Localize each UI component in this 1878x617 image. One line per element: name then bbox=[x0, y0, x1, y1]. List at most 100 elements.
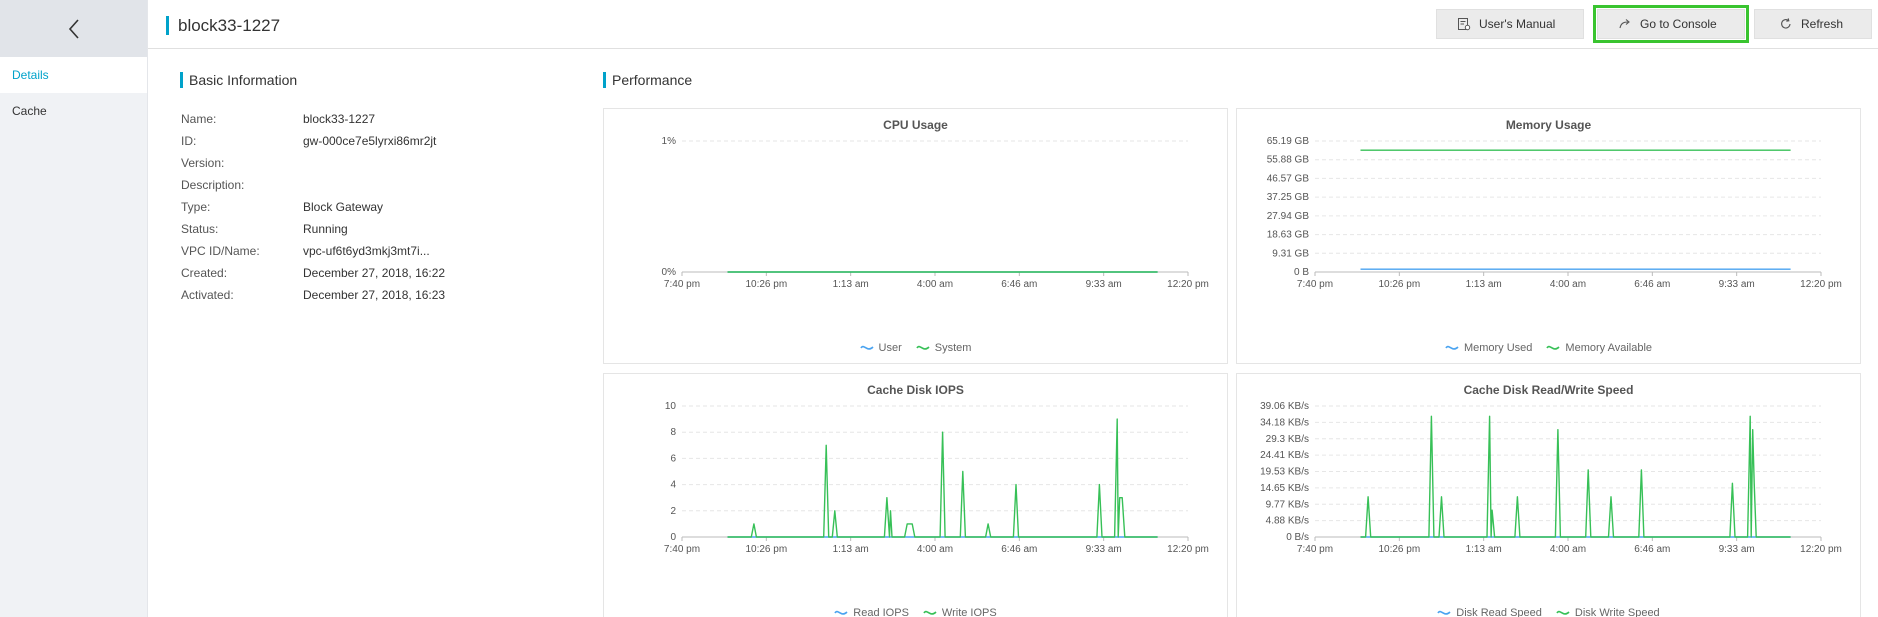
chart-legend: Memory Used Memory Available bbox=[1237, 342, 1860, 354]
chart-panel-memory: Memory Usage 0 B 9.31 GB 18.63 GB 27.94 GB 3… bbox=[1236, 108, 1861, 364]
legend-item[interactable]: System bbox=[916, 342, 971, 354]
info-value: vpc-uf6t6yd3mkj3mt7i... bbox=[303, 244, 430, 258]
x-tick-label: 4:00 am bbox=[917, 279, 953, 290]
chart-panel-cpu: CPU Usage 0% 1% 7:40 pm 10:26 pm 1:13 am 4:00… bbox=[603, 108, 1228, 364]
y-tick-label: 0% bbox=[662, 267, 677, 278]
app: Details Cache block33-1227 User's Manual… bbox=[0, 0, 1878, 617]
info-key: Activated: bbox=[181, 288, 234, 302]
info-value: Running bbox=[303, 222, 348, 236]
y-tick-label: 6 bbox=[670, 453, 676, 464]
users-manual-button[interactable]: User's Manual bbox=[1436, 9, 1584, 39]
x-tick-label: 10:26 pm bbox=[1378, 279, 1420, 290]
info-value: Block Gateway bbox=[303, 200, 384, 214]
x-tick-label: 6:46 am bbox=[1001, 544, 1037, 555]
info-key: Description: bbox=[181, 178, 245, 192]
page-title: block33-1227 bbox=[166, 16, 280, 35]
y-tick-label: 37.25 GB bbox=[1267, 192, 1310, 203]
y-tick-label: 46.57 GB bbox=[1267, 173, 1310, 184]
sidebar-item-label: Cache bbox=[12, 104, 47, 118]
info-row-version: Version: bbox=[181, 152, 445, 174]
x-tick-label: 10:26 pm bbox=[1378, 544, 1420, 555]
x-tick-label: 4:00 am bbox=[1550, 279, 1586, 290]
y-tick-label: 0 bbox=[670, 532, 676, 543]
series-line-icon bbox=[1556, 610, 1570, 615]
sidebar-item-details[interactable]: Details bbox=[0, 57, 147, 93]
legend-label: Memory Available bbox=[1565, 342, 1653, 354]
legend-item[interactable]: Disk Read Speed bbox=[1437, 607, 1542, 617]
x-tick-label: 9:33 am bbox=[1719, 544, 1755, 555]
legend-item[interactable]: Memory Used bbox=[1445, 342, 1532, 354]
series-line-icon bbox=[923, 610, 937, 615]
y-tick-label: 18.63 GB bbox=[1267, 230, 1310, 241]
x-tick-label: 7:40 pm bbox=[664, 544, 700, 555]
info-key: Type: bbox=[181, 200, 211, 214]
cache-disk-iops-chart: 0 2 4 6 8 10 7:40 pm 10:26 pm 1:13 am 4:00 am 6:46… bbox=[664, 401, 1209, 555]
x-tick-label: 6:46 am bbox=[1001, 279, 1037, 290]
x-tick-label: 10:26 pm bbox=[745, 279, 787, 290]
legend-item[interactable]: Memory Available bbox=[1546, 342, 1652, 354]
x-tick-label: 4:00 am bbox=[1550, 544, 1586, 555]
x-tick-label: 9:33 am bbox=[1719, 279, 1755, 290]
cache-disk-speed-chart: 0 B/s 4.88 KB/s 9.77 KB/s 14.65 KB/s 19.53 K… bbox=[1260, 401, 1842, 555]
info-key: VPC ID/Name: bbox=[181, 244, 260, 258]
go-to-console-button[interactable]: Go to Console bbox=[1593, 5, 1749, 43]
info-key: Created: bbox=[181, 266, 228, 280]
back-button[interactable] bbox=[0, 0, 147, 57]
series-line-icon bbox=[1445, 345, 1459, 350]
x-tick-label: 12:20 pm bbox=[1167, 279, 1209, 290]
chart-legend: User System bbox=[604, 342, 1227, 354]
basic-info-title: Basic Information bbox=[180, 72, 297, 88]
sidebar-item-cache[interactable]: Cache bbox=[0, 93, 147, 129]
legend-item[interactable]: Disk Write Speed bbox=[1556, 607, 1660, 617]
sidebar: Details Cache bbox=[0, 0, 148, 617]
x-tick-label: 9:33 am bbox=[1086, 544, 1122, 555]
x-tick-label: 6:46 am bbox=[1634, 544, 1670, 555]
y-tick-label: 9.77 KB/s bbox=[1266, 499, 1309, 510]
info-key: Status: bbox=[181, 222, 219, 236]
legend-item[interactable]: Read IOPS bbox=[834, 607, 909, 617]
series-line bbox=[1360, 415, 1791, 538]
y-tick-label: 65.19 GB bbox=[1267, 136, 1310, 147]
x-tick-label: 1:13 am bbox=[1466, 544, 1502, 555]
chart-legend: Disk Read Speed Disk Write Speed bbox=[1237, 607, 1860, 617]
x-tick-label: 12:20 pm bbox=[1167, 544, 1209, 555]
series-line-icon bbox=[859, 345, 874, 350]
legend-item[interactable]: User bbox=[859, 342, 902, 354]
y-tick-label: 2 bbox=[670, 506, 676, 517]
performance-title: Performance bbox=[603, 72, 692, 88]
legend-label: Disk Read Speed bbox=[1456, 607, 1542, 617]
basic-info-list: Name: block33-1227 ID: gw-000ce7e5lyrxi8… bbox=[181, 108, 445, 306]
info-row-description: Description: bbox=[181, 174, 445, 196]
series-line-icon bbox=[916, 345, 930, 350]
info-row-id: ID: gw-000ce7e5lyrxi86mr2jt bbox=[181, 130, 445, 152]
refresh-button[interactable]: Refresh bbox=[1754, 9, 1872, 39]
x-tick-label: 7:40 pm bbox=[1297, 279, 1333, 290]
legend-label: Memory Used bbox=[1463, 342, 1533, 354]
legend-label: User bbox=[878, 342, 902, 354]
series-line-icon bbox=[834, 610, 848, 615]
info-row-status: Status: Running bbox=[181, 218, 445, 240]
info-key: Version: bbox=[181, 156, 225, 170]
y-tick-label: 0 B bbox=[1294, 267, 1309, 278]
x-tick-label: 4:00 am bbox=[917, 544, 953, 555]
info-row-name: Name: block33-1227 bbox=[181, 108, 445, 130]
memory-usage-chart: 0 B 9.31 GB 18.63 GB 27.94 GB 37.25 GB 46.57 … bbox=[1267, 136, 1842, 290]
y-tick-label: 14.65 KB/s bbox=[1260, 483, 1309, 494]
x-tick-label: 10:26 pm bbox=[745, 544, 787, 555]
y-tick-label: 10 bbox=[665, 401, 677, 412]
info-row-activated: Activated: December 27, 2018, 16:23 bbox=[181, 284, 445, 306]
info-row-vpc: VPC ID/Name: vpc-uf6t6yd3mkj3mt7i... bbox=[181, 240, 445, 262]
info-value: gw-000ce7e5lyrxi86mr2jt bbox=[303, 134, 437, 148]
sidebar-item-label: Details bbox=[12, 68, 49, 82]
y-tick-label: 27.94 GB bbox=[1267, 211, 1310, 222]
manual-icon bbox=[1458, 18, 1471, 31]
refresh-label: Refresh bbox=[1801, 17, 1844, 31]
legend-item[interactable]: Write IOPS bbox=[923, 607, 997, 617]
x-tick-label: 7:40 pm bbox=[664, 279, 700, 290]
cpu-usage-chart: 0% 1% 7:40 pm 10:26 pm 1:13 am 4:00 am 6:46 am… bbox=[662, 136, 1209, 290]
header: block33-1227 User's Manual Go to Console bbox=[148, 0, 1878, 49]
refresh-icon bbox=[1781, 18, 1791, 29]
info-row-type: Type: Block Gateway bbox=[181, 196, 445, 218]
y-tick-label: 4.88 KB/s bbox=[1266, 516, 1309, 527]
x-tick-label: 7:40 pm bbox=[1297, 544, 1333, 555]
